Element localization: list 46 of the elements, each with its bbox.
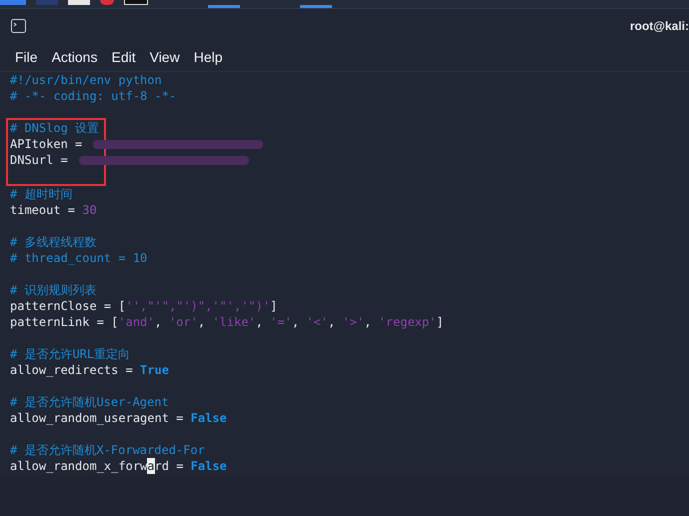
code-text: , [364,314,372,330]
menu-item[interactable]: File [15,49,38,65]
code-text: , [256,314,264,330]
code-text: rd = [154,458,184,474]
string-literal: '<' [306,314,328,330]
code-text: , [198,314,206,330]
code-text: , [154,314,163,330]
code-comment: #!/usr/bin/env python [10,72,162,88]
string-literal: 'like' [212,314,256,330]
string-literal: 'or' [168,314,198,330]
code-text: timeout = [10,202,76,218]
code-comment: # 超时时间 [10,186,72,202]
code-comment: # 是否允许随机X-Forwarded-For [10,442,205,458]
code-text: DNSurl = [10,152,69,168]
code-comment: # DNSlog 设置 [10,120,100,136]
code-text: ] [270,298,278,314]
code-text: allow_redirects = [10,362,134,378]
code-text: APItoken = [10,136,84,152]
code-text: patternClose = [ [10,298,126,314]
menu-item[interactable]: Edit [111,49,136,65]
menu-item[interactable]: Help [194,49,222,65]
keyword: True [140,362,169,378]
code-comment: # 多线程线程数 [10,234,96,250]
number-literal: 30 [82,202,97,218]
string-literal: '',"'","')",'"','")' [126,298,270,314]
keyword: False [190,458,227,474]
code-text: allow_random_x_forw [10,458,148,474]
code-comment: # -*- coding: utf-8 -*- [10,88,176,104]
menu-item[interactable]: Actions [52,49,98,65]
string-literal: '>' [342,314,364,330]
string-literal: 'regexp' [378,314,436,330]
code-comment: # 是否允许随机User-Agent [10,394,169,410]
code-comment: # thread_count = 10 [10,250,148,266]
string-literal: 'and' [118,314,154,330]
code-text: patternLink = [ [10,314,118,330]
code-text: allow_random_useragent = [10,410,184,426]
code-text: , [328,314,336,330]
keyword: False [190,410,227,426]
code-comment: # 是否允许URL重定向 [10,346,130,362]
menu-item[interactable]: View [150,49,180,65]
code-text: , [292,314,300,330]
window-title: root@kali: [630,19,689,33]
text-cursor: a [147,458,155,474]
string-literal: '=' [270,314,292,330]
code-comment: # 识别规则列表 [10,282,96,298]
code-text: ] [436,314,444,330]
